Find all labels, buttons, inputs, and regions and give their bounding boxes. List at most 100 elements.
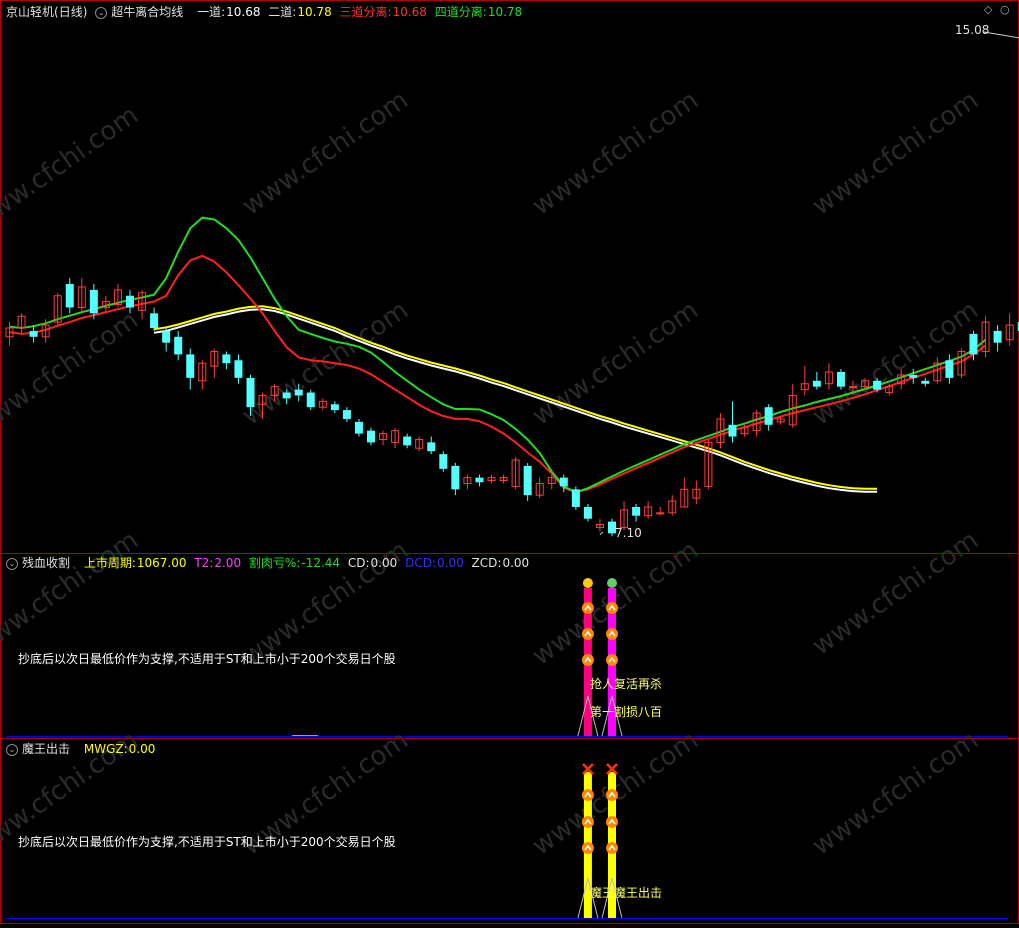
watermark-text: www.cfchi.com [0,525,144,661]
panel2-f2-value: 2.00 [214,556,242,570]
candle-body [29,330,38,337]
candle-body [282,392,291,399]
panel2-f4-label: CD: [347,556,370,570]
candle-body [342,410,351,419]
main-header: 京山轻机(日线) ⌄ 超牛离合均线 一道:10.68 二道:10.78 三道分离:… [6,3,526,21]
candle-body [126,295,134,308]
candle-body [427,442,436,452]
line2-value: 10.78 [297,5,332,19]
line1-value: 10.68 [226,5,261,19]
panel3-f1-value: 0.00 [128,742,156,756]
candle-body [728,424,737,437]
candle-body [234,360,243,378]
indicator-toggle-icon[interactable]: ⌄ [95,6,108,19]
candle-body [571,489,580,507]
panel2-chevron-icon [606,628,618,640]
panel2-f6-label: ZCD: [471,556,502,570]
candle-body [222,354,231,364]
line4-label: 四道分离: [434,5,487,19]
panel2-f2-label: T2: [194,556,214,570]
candle-body [849,386,857,389]
candle-body [186,354,195,378]
candle-body [632,506,641,516]
panel3-f1-label: MWGZ: [83,742,128,756]
panel2-f6-value: 0.00 [502,556,530,570]
watermark-text: www.cfchi.com [527,85,704,221]
candle-body [812,380,821,387]
panel2-f3-label: 割肉亏%: [248,556,301,570]
panel3-chevron-icon [606,816,618,828]
candle-body [354,421,363,434]
panel3-toggle-icon[interactable]: ⌄ [6,743,18,756]
panel2-toggle-icon[interactable]: ⌄ [6,557,18,570]
candle-body [583,506,592,519]
candle-body [873,380,882,390]
candle-body [89,289,98,314]
candle-body [921,380,930,384]
panel2-signal-bottom: 第一割损八百 [590,705,663,719]
stock-name[interactable]: 京山轻机 [6,5,54,19]
stock-period: (日线) [54,5,88,19]
candle-body [294,389,303,396]
candle-body [65,284,74,308]
panel3-chevron-icon [581,816,594,828]
candle-body [174,336,183,355]
line4-value: 10.78 [487,5,523,19]
watermark-text: www.cfchi.com [807,85,984,221]
panel3-chevron-icon [606,789,618,801]
panel3-chevron-icon [581,789,594,801]
panel2-f4-value: 0.00 [370,556,398,570]
high-price-label: 15.08 [955,23,990,37]
candle-body [306,392,315,408]
panel2-top-badge-icon [607,578,617,588]
candle-body [162,330,171,343]
outer-frame [0,0,1019,924]
panel3-signal: 魔王魔王出击 [590,886,663,900]
candle-body [836,372,845,387]
panel3-note: 抄底后以次日最低价作为支撑,不适用于ST和上市小于200个交易日个股 [18,835,396,849]
panel2-signal-top: 抢人复活再杀 [590,677,663,691]
candle-body [764,407,773,425]
line1-label: 一道: [197,5,226,19]
line2-label: 二道: [268,5,297,19]
panel3-name[interactable]: 魔王出击 [22,742,70,756]
candle-body [246,377,255,408]
candle-body [451,465,460,490]
panel2-chevron-icon [581,602,594,614]
line3-value: 10.68 [392,5,427,19]
panel2-chevron-icon [581,654,594,666]
panel2-header: ⌄ 残血收割 上市周期:1067.00 T2:2.00 割肉亏%:-12.44 C… [6,554,533,572]
watermark-text: www.cfchi.com [807,525,984,661]
candle-body [523,465,532,496]
panel2-f3-value: -12.44 [301,556,341,570]
candle-body [656,512,665,515]
chart-stage: www.cfchi.com www.cfchi.com www.cfchi.com w… [0,0,1019,924]
line3-label: 三道分离: [339,5,392,19]
panel2-f5-label: DCD: [405,556,436,570]
panel3-chevron-icon [581,842,594,854]
watermark-text: www.cfchi.com [237,85,414,221]
candle-body [909,374,918,378]
settings-diamond-icon[interactable]: ◇ [984,3,992,16]
low-price-label: 7.10 [615,526,642,540]
candle-body [403,436,412,446]
close-panel-icon[interactable]: ○ [1000,3,1010,16]
candle-body [475,477,484,483]
low-marker-line [599,531,604,535]
watermark-text: www.cfchi.com [0,100,144,236]
panel2-top-badge-icon [582,578,593,588]
ma-line4 [9,216,987,494]
watermark-text: www.cfchi.com [807,725,984,861]
panel3-header: ⌄ 魔王出击 MWGZ:0.00 [6,740,159,758]
candle-body [969,333,978,355]
candle-body [993,330,1002,343]
candle-body [330,404,339,411]
panel2-chevron-icon [606,602,618,614]
indicator-name[interactable]: 超牛离合均线 [111,5,183,19]
candle-body [945,360,954,378]
candle-body [559,477,568,487]
candle-body [439,454,448,469]
candle-body [367,430,375,443]
panel2-name[interactable]: 残血收割 [22,556,70,570]
chart-canvas: www.cfchi.com www.cfchi.com www.cfchi.com w… [0,0,1019,924]
